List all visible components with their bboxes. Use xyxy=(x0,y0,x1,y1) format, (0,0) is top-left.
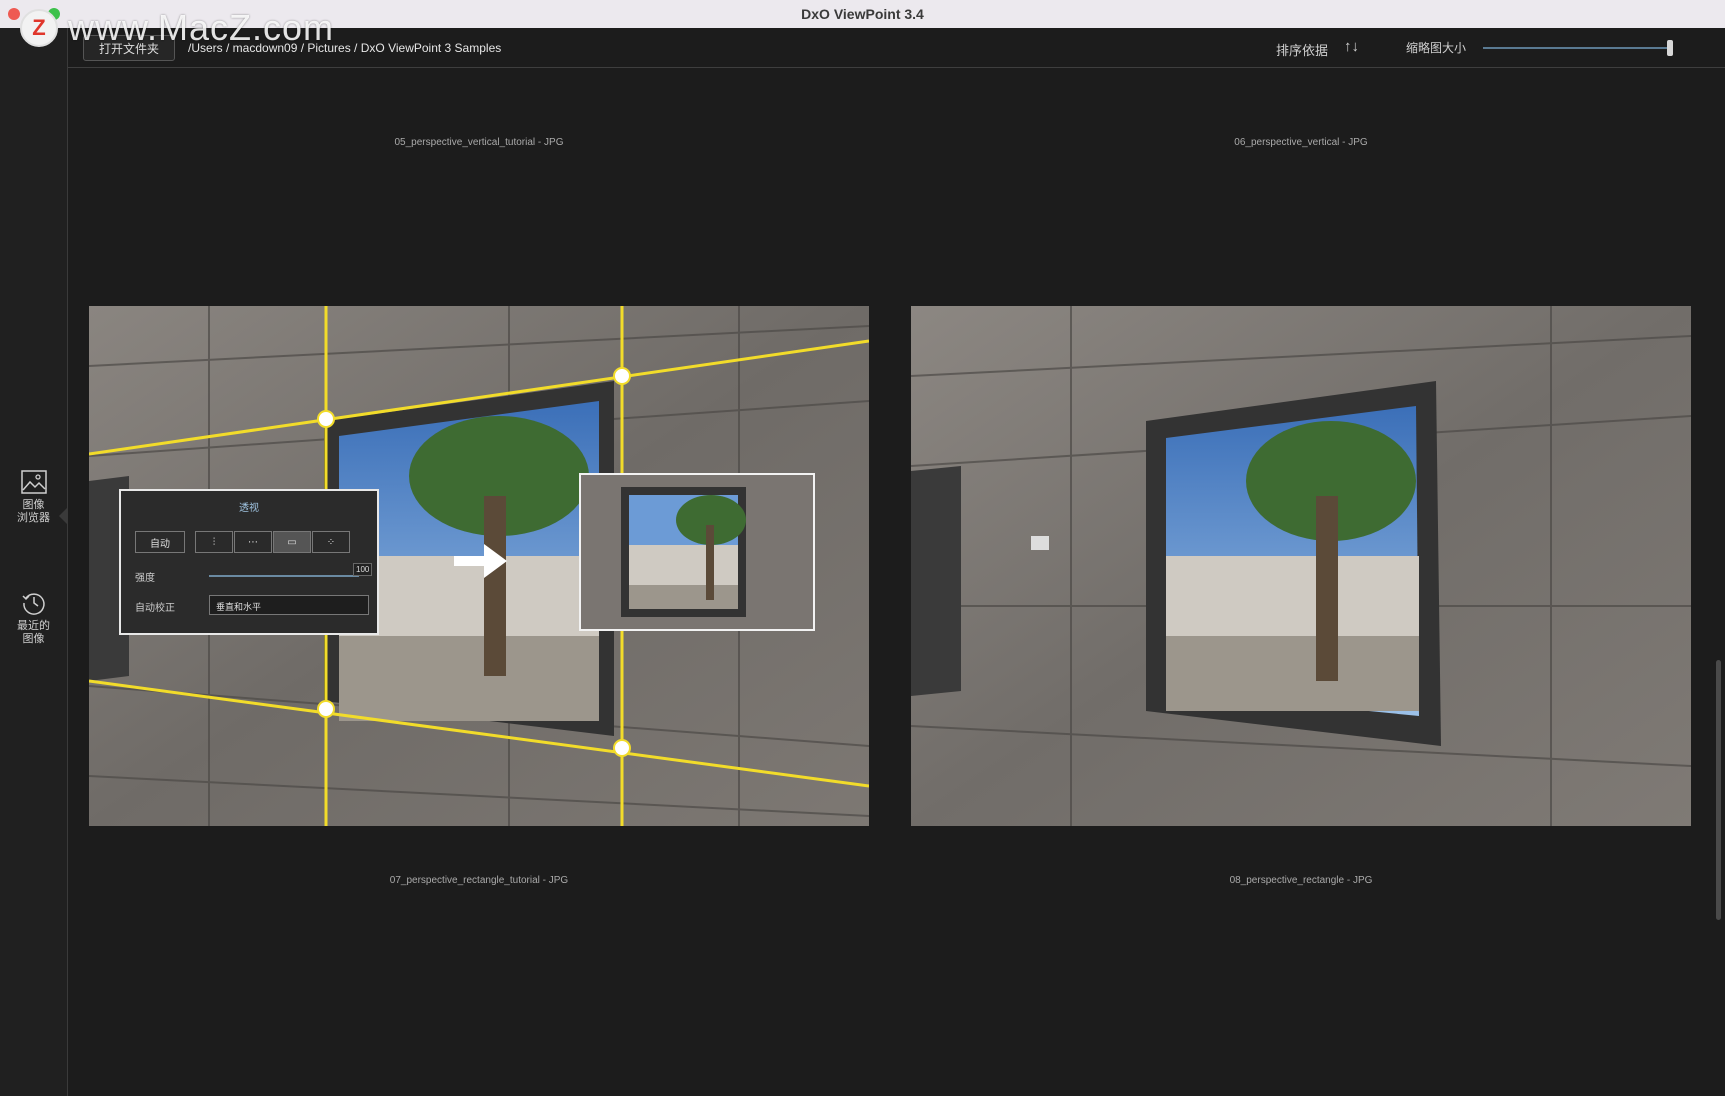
image-caption: 06_perspective_vertical - JPG xyxy=(1234,137,1368,148)
sidebar-item-image-browser[interactable]: 图像 浏览器 xyxy=(0,469,67,525)
strength-value: 100 xyxy=(353,563,373,576)
corrected-preview-inset xyxy=(579,473,815,631)
sidebar-selection-indicator xyxy=(59,508,67,524)
image-thumbnail-corrected[interactable] xyxy=(911,306,1691,826)
image-caption: 08_perspective_rectangle - JPG xyxy=(1229,875,1373,886)
image-thumbnail-tutorial[interactable]: 透视 自动 ⫶ ⋯ ▭ ⁘ 强度 100 自动校正 垂直和水平 xyxy=(89,306,869,826)
sidebar-item-label: 图像 xyxy=(22,633,45,645)
perspective-tool-panel: 透视 自动 ⫶ ⋯ ▭ ⁘ 强度 100 自动校正 垂直和水平 xyxy=(119,489,379,635)
image-grid: 05_perspective_vertical_tutorial - JPG 0… xyxy=(68,68,1718,1096)
sidebar-item-label: 最近的 xyxy=(17,620,50,632)
watermark: Z www.MacZ.com xyxy=(20,7,335,48)
auto-button[interactable]: 自动 xyxy=(135,531,185,553)
strength-slider[interactable] xyxy=(209,575,359,577)
sidebar: 图像 浏览器 最近的 图像 xyxy=(0,28,68,1096)
sidebar-item-label: 浏览器 xyxy=(17,512,50,524)
sort-order-icon[interactable]: ↑↓ xyxy=(1344,38,1359,55)
watermark-text: www.MacZ.com xyxy=(68,7,335,48)
vertical-mode-icon[interactable]: ⫶ xyxy=(195,531,233,553)
image-caption: 07_perspective_rectangle_tutorial - JPG xyxy=(389,875,569,886)
rectangle-mode-icon[interactable]: ▭ xyxy=(273,531,311,553)
thumbnail-size-slider[interactable] xyxy=(1483,40,1673,56)
slider-track xyxy=(1483,47,1673,49)
sidebar-item-recent-images[interactable]: 最近的 图像 xyxy=(0,590,67,646)
slider-handle[interactable] xyxy=(1667,40,1673,56)
horizontal-mode-icon[interactable]: ⋯ xyxy=(234,531,272,553)
watermark-logo-icon: Z xyxy=(20,9,58,47)
corrected-preview-photo xyxy=(581,475,813,629)
sidebar-item-label: 图像 xyxy=(22,499,45,511)
thumbnail-size-label: 缩略图大小 xyxy=(1406,41,1467,55)
image-browser-icon xyxy=(20,470,47,494)
auto-correct-select[interactable]: 垂直和水平 xyxy=(209,595,369,615)
strength-label: 强度 xyxy=(135,573,155,584)
eight-point-mode-icon[interactable]: ⁘ xyxy=(312,531,350,553)
history-icon xyxy=(21,593,45,615)
wall-photo-corrected xyxy=(911,306,1691,826)
sort-by-label[interactable]: 排序依据 xyxy=(1276,40,1328,59)
auto-correct-label: 自动校正 xyxy=(135,603,175,614)
vertical-scrollbar[interactable] xyxy=(1716,660,1721,920)
image-caption: 05_perspective_vertical_tutorial - JPG xyxy=(394,137,564,148)
panel-title: 透视 xyxy=(239,503,259,514)
